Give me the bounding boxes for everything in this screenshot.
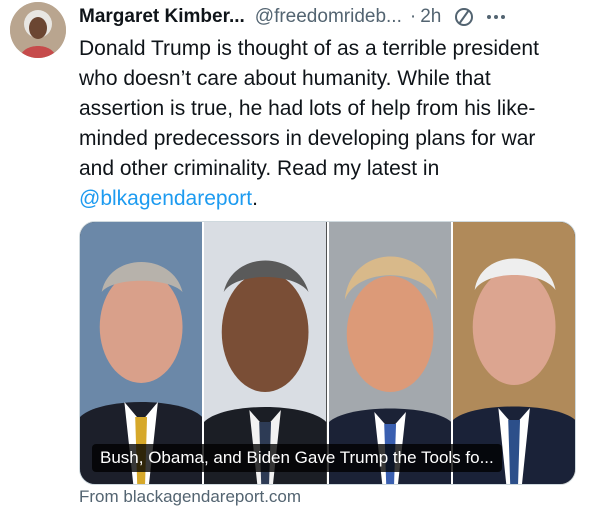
tweet-text-line: who doesn’t care about humanity. While t…	[79, 67, 491, 90]
tweet-text-line: assertion is true, he had lots of help f…	[79, 97, 536, 120]
more-horizontal-icon[interactable]	[487, 15, 506, 19]
tweet-text-line: and other criminality. Read my latest in	[79, 157, 440, 180]
link-card[interactable]: Bush, Obama, and Biden Gave Trump the To…	[79, 221, 576, 485]
card-caption: Bush, Obama, and Biden Gave Trump the To…	[92, 444, 502, 472]
timestamp[interactable]: 2h	[420, 6, 441, 28]
slashed-circle-icon[interactable]	[453, 6, 475, 28]
tweet: Margaret Kimber... @freedomrideb... · 2h…	[0, 0, 600, 511]
mention-line: @blkagendareport.	[79, 184, 584, 214]
tweet-header: Margaret Kimber... @freedomrideb... · 2h	[79, 4, 586, 30]
avatar[interactable]	[10, 2, 66, 58]
tweet-text-line: Donald Trump is thought of as a terrible…	[79, 37, 539, 60]
tweet-text: Donald Trump is thought of as a terrible…	[79, 34, 584, 214]
separator-dot: ·	[409, 6, 417, 27]
mention-link[interactable]: @blkagendareport	[79, 187, 252, 210]
author-handle[interactable]: @freedomrideb...	[255, 6, 402, 28]
tweet-text-line: minded predecessors in developing plans …	[79, 127, 536, 150]
author-name[interactable]: Margaret Kimber...	[79, 6, 245, 28]
mention-suffix: .	[252, 187, 258, 210]
card-source-link[interactable]: From blackagendareport.com	[79, 487, 301, 507]
